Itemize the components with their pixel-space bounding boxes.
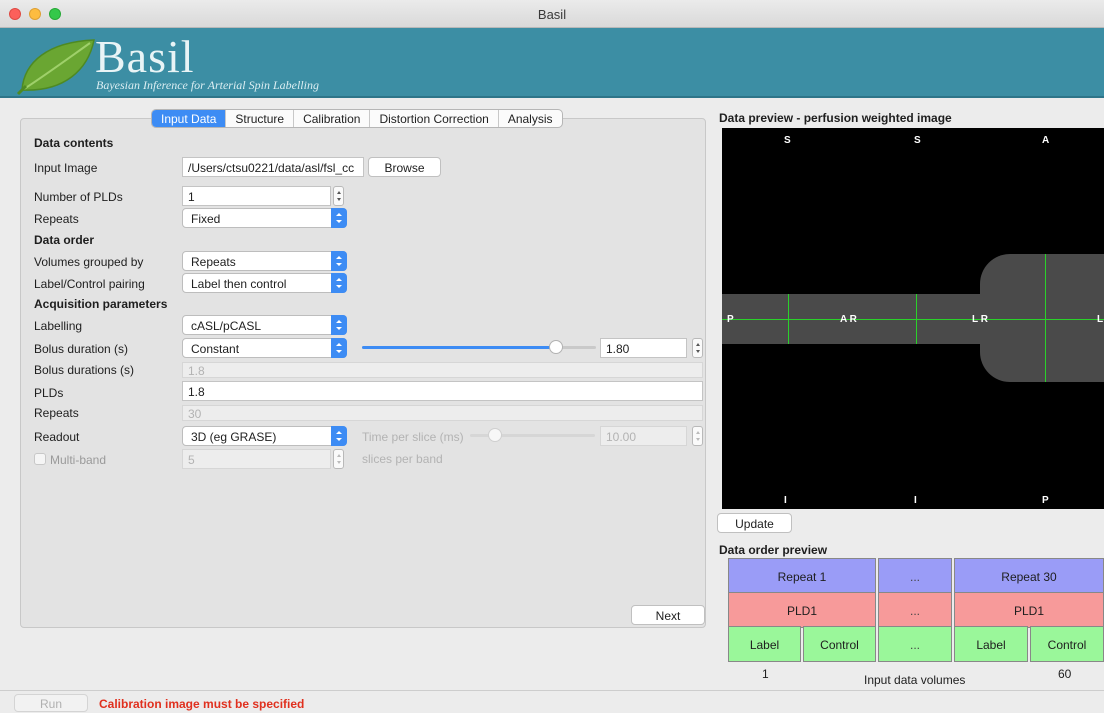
control-block: Control [803, 626, 876, 662]
repeats-select[interactable]: Fixed [182, 208, 347, 228]
bolus-mode-value: Constant [191, 342, 240, 356]
app-brand: Basil [95, 31, 195, 82]
repeat-block: Repeat 30 [954, 558, 1104, 594]
bolus-duration-stepper[interactable] [692, 338, 703, 358]
input-image-label: Input Image [34, 161, 98, 175]
repeat-block: Repeat 1 [728, 558, 876, 594]
status-bar: Run Calibration image must be specified [0, 690, 1104, 713]
orientation-label: P [727, 314, 734, 325]
labelling-label: Labelling [34, 319, 83, 333]
num-plds-input[interactable]: 1 [182, 186, 331, 206]
app-tagline: Bayesian Inference for Arterial Spin Lab… [96, 78, 319, 92]
multiband-stepper [333, 449, 344, 469]
tab-input-data[interactable]: Input Data [152, 110, 227, 127]
volume-axis-caption: Input data volumes [864, 673, 966, 687]
acquisition-heading: Acquisition parameters [34, 297, 168, 311]
bolus-mode-select[interactable]: Constant [182, 338, 347, 358]
data-order-heading: Data order [34, 233, 95, 247]
crosshair-line [722, 319, 1104, 320]
plds-field[interactable]: 1.8 [182, 381, 703, 401]
chevron-updown-icon [331, 315, 347, 335]
time-per-slice-stepper [692, 426, 703, 446]
num-plds-label: Number of PLDs [34, 190, 123, 204]
browse-button[interactable]: Browse [368, 157, 441, 177]
orientation-label: L [1097, 314, 1104, 325]
bolus-durations-field: 1.8 [182, 362, 703, 378]
tc-block: ... [878, 626, 952, 662]
num-plds-stepper[interactable] [333, 186, 344, 206]
multiband-label: Multi-band [50, 453, 107, 467]
status-message: Calibration image must be specified [99, 697, 305, 711]
pld-block: PLD1 [728, 592, 876, 628]
tab-structure[interactable]: Structure [226, 110, 295, 127]
readout-label: Readout [34, 430, 80, 444]
orientation-label: S [914, 135, 921, 146]
bolus-duration-input[interactable]: 1.80 [600, 338, 687, 358]
slices-per-band-label: slices per band [362, 452, 443, 466]
time-per-slice-input: 10.00 [600, 426, 687, 446]
app-banner: Basil Bayesian Inference for Arterial Sp… [0, 28, 1104, 98]
crosshair-line [1045, 254, 1046, 382]
orientation-label: P [1042, 495, 1049, 506]
orientation-label: S [784, 135, 791, 146]
brain-slice-axial [980, 254, 1104, 382]
repeats-count-field: 30 [182, 405, 703, 421]
repeats-count-label: Repeats [34, 406, 79, 420]
pairing-label: Label/Control pairing [34, 277, 145, 291]
chevron-updown-icon [331, 338, 347, 358]
volume-first-index: 1 [762, 667, 769, 681]
time-per-slice-label: Time per slice (ms) [362, 430, 464, 444]
repeats-label: Repeats [34, 212, 79, 226]
bolus-duration-label: Bolus duration (s) [34, 342, 129, 356]
preview-title: Data preview - perfusion weighted image [719, 111, 952, 125]
pairing-value: Label then control [191, 277, 287, 291]
orientation-label: A [1042, 135, 1050, 146]
chevron-updown-icon [331, 208, 347, 228]
title-bar: Basil [0, 0, 1104, 28]
chevron-updown-icon [331, 426, 347, 446]
crosshair-line [916, 294, 917, 344]
tab-calibration[interactable]: Calibration [294, 110, 371, 127]
label-block: Label [954, 626, 1028, 662]
multiband-checkbox[interactable] [34, 453, 46, 465]
volume-last-index: 60 [1058, 667, 1072, 681]
tab-analysis[interactable]: Analysis [499, 110, 562, 127]
next-button[interactable]: Next [631, 605, 705, 625]
repeat-block: ... [878, 558, 952, 594]
readout-select[interactable]: 3D (eg GRASE) [182, 426, 347, 446]
bolus-slider-fill [362, 346, 557, 349]
control-block: Control [1030, 626, 1104, 662]
input-image-field[interactable]: /Users/ctsu0221/data/asl/fsl_cc [182, 157, 364, 177]
pld-block: ... [878, 592, 952, 628]
labelling-value: cASL/pCASL [191, 319, 262, 333]
multiband-input: 5 [182, 449, 331, 469]
perfusion-preview-image: S S A I I P P A R L R L [722, 128, 1104, 509]
tab-distortion-correction[interactable]: Distortion Correction [370, 110, 499, 127]
labelling-select[interactable]: cASL/pCASL [182, 315, 347, 335]
orientation-label: A R [840, 314, 857, 325]
update-button[interactable]: Update [717, 513, 792, 533]
chevron-updown-icon [331, 273, 347, 293]
run-button[interactable]: Run [14, 694, 88, 712]
volumes-grouped-select[interactable]: Repeats [182, 251, 347, 271]
plds-label: PLDs [34, 386, 64, 400]
bolus-durations-label: Bolus durations (s) [34, 363, 135, 377]
readout-value: 3D (eg GRASE) [191, 430, 277, 444]
window-title: Basil [537, 7, 567, 22]
repeats-select-value: Fixed [191, 212, 221, 226]
basil-leaf-icon [16, 39, 95, 96]
orientation-label: I [914, 495, 917, 506]
pld-block: PLD1 [954, 592, 1104, 628]
label-block: Label [728, 626, 801, 662]
data-contents-heading: Data contents [34, 136, 114, 150]
orientation-label: L R [972, 314, 988, 325]
orientation-label: I [784, 495, 787, 506]
chevron-updown-icon [331, 251, 347, 271]
volumes-grouped-value: Repeats [191, 255, 236, 269]
time-slider-knob [488, 428, 502, 442]
pairing-select[interactable]: Label then control [182, 273, 347, 293]
settings-tabs: Input Data Structure Calibration Distort… [151, 109, 563, 128]
volumes-grouped-label: Volumes grouped by [34, 255, 144, 269]
order-preview-title: Data order preview [719, 543, 828, 557]
